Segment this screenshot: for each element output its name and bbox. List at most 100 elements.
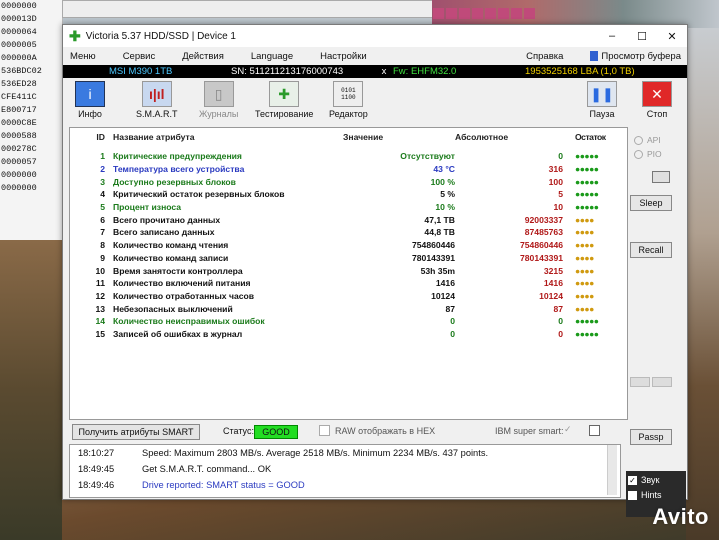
side-panel: API PIO Sleep Recall Passp ✓ Звук Hints [626,127,686,517]
checkbox-checked-icon: ✓ [628,475,637,485]
avito-watermark: Avito [652,504,709,529]
hex-line: 0000064 [1,27,37,37]
smart-id: 8 [100,240,105,251]
smart-row[interactable]: 12 Количество отработанных часов 10124 1012… [70,290,627,303]
smart-row[interactable]: 14 Количество неисправимых ошибок 0 0 ●●●●● [70,315,627,328]
disabled-button-a [630,377,650,387]
smart-id: 15 [95,328,105,339]
menu-item-settings[interactable]: Настройки [320,51,367,62]
menu-item-actions[interactable]: Действия [182,51,224,62]
tab-editor-label: Редактор [329,109,368,119]
buffer-view-checkbox[interactable]: Просмотр буфера [590,51,681,62]
smart-remain: ●●●●● [575,164,599,175]
smart-value: 780143391 [411,252,455,263]
smart-row[interactable]: 3 Доступно резервных блоков 100 % 100 ●●●●● [70,175,627,188]
smart-row[interactable]: 13 Небезопасных выключений 87 87 ●●●● [70,302,627,315]
hex-line: 000013D [1,14,37,24]
smart-row[interactable]: 4 Критический остаток резервных блоков 5 %… [70,188,627,201]
sleep-button[interactable]: Sleep [630,195,672,211]
pio-radio[interactable]: PIO [634,147,684,161]
checkbox-icon [628,490,637,500]
device-close-button[interactable]: x [375,66,393,77]
hex-line: 0000057 [1,157,37,167]
smart-remain: ●●●● [575,265,594,276]
recall-button[interactable]: Recall [630,242,672,258]
tab-journals[interactable]: ▯ Журналы [199,81,238,119]
smart-row[interactable]: 15 Записей об ошибках в журнал 0 0 ●●●●● [70,328,627,341]
smart-absolute: 754860446 [519,240,563,251]
smart-row[interactable]: 2 Температура всего устройства 43 °C 316 ●●●… [70,163,627,176]
maximize-button[interactable]: ☐ [627,30,657,43]
smart-absolute: 87 [553,303,563,314]
smart-remain: ●●●● [575,227,594,238]
pause-button[interactable]: ❚❚ Пауза [587,81,617,119]
col-name[interactable]: Название атрибута [113,128,343,150]
api-label: API [647,135,661,145]
smart-remain: ●●●● [575,290,594,301]
col-id[interactable]: ID [70,128,113,150]
raw-hex-checkbox[interactable] [319,425,330,436]
menu-item-service[interactable]: Сервис [123,51,156,62]
col-remain[interactable]: Остаток [563,128,627,150]
log-entry: 18:49:46 Drive reported: SMART status = G… [70,478,620,493]
stop-button[interactable]: ✕ Стоп [642,81,672,119]
smart-value: 10 % [435,202,455,213]
smart-value: 0 [450,328,455,339]
small-toggle[interactable] [652,171,670,183]
smart-name: Критические предупреждения [113,151,242,162]
smart-row[interactable]: 9 Количество команд записи 780143391 780143… [70,252,627,265]
smart-value: 10124 [431,290,455,301]
smart-value: 1416 [435,278,455,289]
smart-name: Температура всего устройства [113,164,245,175]
tab-editor[interactable]: 0101 1100 Редактор [329,81,368,119]
col-value[interactable]: Значение [343,128,455,150]
col-absolute[interactable]: Абсолютное [455,128,563,150]
log-entry: 18:49:45 Get S.M.A.R.T. command... OK [70,462,620,477]
tab-info[interactable]: i Инфо [75,81,105,119]
smart-row[interactable]: 10 Время занятости контроллера 53h 35m 3215… [70,264,627,277]
smart-row[interactable]: 5 Процент износа 10 % 10 ●●●●● [70,201,627,214]
hints-checkbox[interactable]: Hints [628,490,686,500]
get-smart-button[interactable]: Получить атрибуты SMART [72,424,200,440]
smart-row[interactable]: 1 Критические предупреждения Отсутствуют 0 ●… [70,150,627,163]
ibm-checkbox[interactable] [589,425,600,436]
ibm-super-smart-label: IBM super smart: [495,426,564,436]
radio-icon [634,135,643,145]
hex-line: 536ED28 [1,79,37,89]
smart-absolute: 0 [558,328,563,339]
sound-checkbox[interactable]: ✓ Звук [628,475,686,485]
hex-line: 536BDC02 [1,66,42,76]
smart-name: Количество включений питания [113,278,251,289]
smart-row[interactable]: 6 Всего прочитано данных 47,1 TB 92003337 ●●… [70,213,627,226]
smart-row[interactable]: 11 Количество включений питания 1416 1416 ●●… [70,277,627,290]
smart-row[interactable]: 7 Всего записано данных 44,8 TB 87485763 ●●●… [70,226,627,239]
hex-line: 0000000 [1,170,37,180]
minimize-button[interactable]: – [597,30,627,42]
passp-button[interactable]: Passp [630,429,672,445]
smart-row[interactable]: 8 Количество команд чтения 754860446 754860… [70,239,627,252]
smart-id: 10 [95,265,105,276]
tab-smart[interactable]: ı|ıl S.M.A.R.T [136,81,178,119]
hex-line: 000000A [1,53,37,63]
menu-item-help[interactable]: Справка [526,51,563,62]
smart-value: 87 [445,303,455,314]
tab-testing[interactable]: ✚ Тестирование [255,81,313,119]
log-entry: 18:10:27 Speed: Maximum 2803 MB/s. Averag… [70,446,620,461]
ibm-check-icon[interactable]: ✓ [564,424,572,435]
smart-id: 5 [100,202,105,213]
smart-absolute: 3215 [543,265,563,276]
device-info-bar: MSI M390 1TB SN: 511211213176000743 x Fw… [63,65,687,78]
smart-remain: ●●●● [575,278,594,289]
menu-item-menu[interactable]: Меню [70,51,96,62]
background-hex-panel: 0000000 000013D 0000064 0000005 000000A 536BD… [0,0,63,240]
smart-remain: ●●●● [575,252,594,263]
close-button[interactable]: ✕ [657,30,687,43]
hints-label: Hints [641,490,662,500]
menu-item-language[interactable]: Language [251,51,293,62]
log-scrollbar[interactable] [607,445,617,495]
device-lba: 1953525168 LBA (1,0 TB) [525,66,635,77]
wallpaper-right [686,28,719,540]
smart-value: 100 % [430,176,455,187]
device-model[interactable]: MSI M390 1TB [109,66,209,77]
api-radio[interactable]: API [634,133,684,147]
